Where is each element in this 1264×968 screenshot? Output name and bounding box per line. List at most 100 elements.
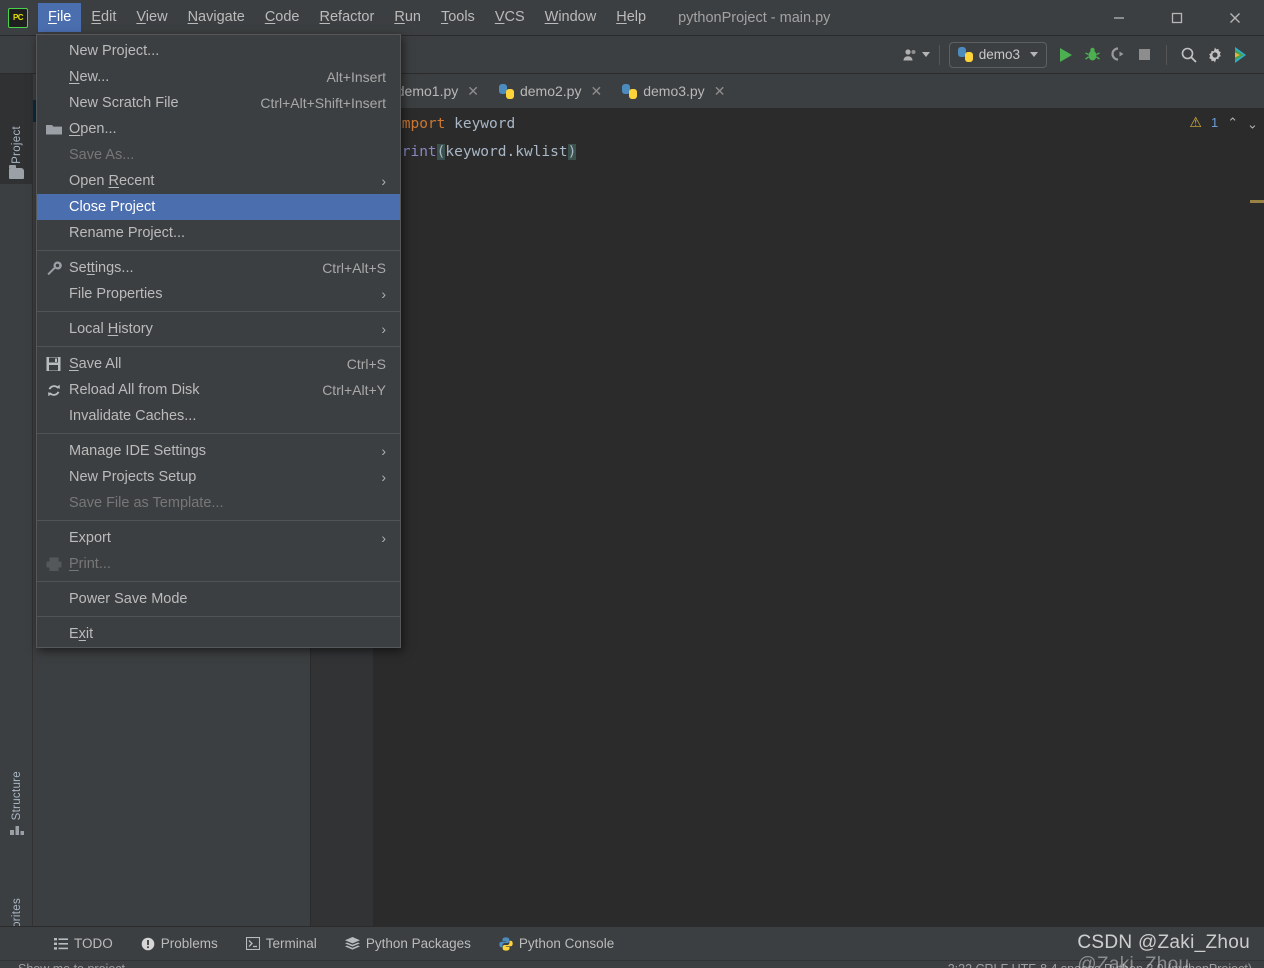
editor-tab-label: demo1.py: [396, 83, 459, 99]
menu-item-label: Invalidate Caches...: [69, 408, 197, 424]
maximize-button[interactable]: [1148, 0, 1206, 36]
file-menu-item-new[interactable]: New... Alt+Insert: [37, 64, 400, 90]
file-menu-item-settings[interactable]: Settings... Ctrl+Alt+S: [37, 255, 400, 281]
file-menu-item-local-history[interactable]: Local History ›: [37, 316, 400, 342]
file-menu-item-new-scratch-file[interactable]: New Scratch File Ctrl+Alt+Shift+Insert: [37, 90, 400, 116]
sidebar-item-project[interactable]: Project: [0, 74, 33, 184]
file-menu-item-exit[interactable]: Exit: [37, 621, 400, 647]
menu-item-label: Open Recent: [69, 173, 155, 189]
file-menu-item-power-save-mode[interactable]: Power Save Mode: [37, 586, 400, 612]
tool-window-problems[interactable]: Problems: [127, 936, 232, 951]
chevron-right-icon: ›: [381, 443, 386, 459]
file-menu-item-rename-project[interactable]: Rename Project...: [37, 220, 400, 246]
error-stripe-marker[interactable]: [1250, 200, 1264, 203]
tool-window-label: TODO: [74, 936, 113, 951]
layers-icon: [344, 937, 360, 950]
structure-icon: [9, 824, 24, 839]
code-content[interactable]: import keyword print(keyword.kwlist): [373, 108, 1264, 942]
ide-assistant-button[interactable]: [1228, 42, 1254, 68]
menu-item-label: New Scratch File: [69, 95, 179, 111]
editor-area: main.py✕demo1.py✕demo2.py✕demo3.py✕ impo…: [255, 74, 1264, 942]
editor-tab-label: demo3.py: [643, 83, 705, 99]
tool-window-label: Terminal: [265, 936, 317, 951]
file-menu-item-save-as: Save As...: [37, 142, 400, 168]
file-menu-item-file-properties[interactable]: File Properties ›: [37, 281, 400, 307]
wrench-icon: [45, 260, 62, 277]
menu-vcs[interactable]: VCS: [485, 3, 535, 32]
close-icon[interactable]: ✕: [590, 83, 602, 100]
chevron-up-icon[interactable]: ⌃: [1227, 115, 1238, 131]
file-menu-item-open[interactable]: Open...: [37, 116, 400, 142]
file-menu-item-open-recent[interactable]: Open Recent ›: [37, 168, 400, 194]
code-line: print(keyword.kwlist): [373, 138, 1264, 166]
menu-file[interactable]: File: [38, 3, 82, 32]
menu-tools[interactable]: Tools: [431, 3, 485, 32]
editor-tab-demo2-py[interactable]: demo2.py ✕: [489, 74, 612, 108]
stop-square-icon: [1138, 49, 1150, 60]
pycharm-window: PC File Edit View Navigate Code Refactor Run To…: [0, 0, 1264, 968]
sidebar-item-label: Project: [10, 126, 23, 164]
status-bar: Show me to project 2:22 CRLF UTF-8 4 spa…: [0, 960, 1264, 968]
file-menu-item-reload-all-from-disk[interactable]: Reload All from Disk Ctrl+Alt+Y: [37, 377, 400, 403]
file-menu-item-manage-ide-settings[interactable]: Manage IDE Settings ›: [37, 438, 400, 464]
menu-edit[interactable]: Edit: [81, 3, 126, 32]
menu-navigate[interactable]: Navigate: [178, 3, 255, 32]
code-token: ): [567, 144, 577, 160]
reload-icon: [45, 382, 62, 399]
close-icon[interactable]: ✕: [714, 83, 726, 100]
settings-button[interactable]: [1202, 42, 1228, 68]
close-button[interactable]: [1206, 0, 1264, 36]
tool-window-python-packages[interactable]: Python Packages: [331, 936, 485, 951]
menu-item-shortcut: Ctrl+Alt+S: [322, 260, 386, 276]
minimize-button[interactable]: [1090, 0, 1148, 36]
run-button[interactable]: [1053, 42, 1079, 68]
menu-item-label: File Properties: [69, 286, 163, 302]
user-dropdown-caret-icon[interactable]: [921, 52, 930, 57]
menu-help[interactable]: Help: [606, 3, 656, 32]
file-menu-item-export[interactable]: Export ›: [37, 525, 400, 551]
menu-separator: [37, 616, 400, 617]
inspection-widget: ⚠ 1 ⌃ ⌃: [1189, 114, 1258, 131]
chevron-right-icon: ›: [381, 321, 386, 337]
file-menu-item-close-project[interactable]: Close Project: [37, 194, 400, 220]
tool-window-python-console[interactable]: Python Console: [485, 936, 628, 951]
logo-text: PC: [12, 13, 24, 22]
tool-window-terminal[interactable]: Terminal: [232, 936, 331, 951]
menu-separator: [37, 311, 400, 312]
tool-window-todo[interactable]: TODO: [40, 936, 127, 951]
file-menu-item-new-project[interactable]: New Project...: [37, 38, 400, 64]
warning-count: 1: [1210, 115, 1219, 130]
sidebar-item-structure[interactable]: Structure: [0, 734, 33, 844]
chevron-right-icon: ›: [381, 469, 386, 485]
chevron-down-icon[interactable]: ⌃: [1247, 115, 1258, 131]
editor-tab-demo3-py[interactable]: demo3.py ✕: [612, 74, 735, 108]
chevron-right-icon: ›: [381, 286, 386, 302]
menu-run[interactable]: Run: [384, 3, 431, 32]
run-configuration-selector[interactable]: demo3: [948, 41, 1047, 68]
run-with-coverage-button[interactable]: [1105, 42, 1131, 68]
menu-refactor[interactable]: Refactor: [310, 3, 385, 32]
menu-window[interactable]: Window: [535, 3, 607, 32]
debug-button[interactable]: [1079, 42, 1105, 68]
menu-item-label: Power Save Mode: [69, 591, 188, 607]
file-menu-item-save-all[interactable]: Save All Ctrl+S: [37, 351, 400, 377]
tool-window-label: Problems: [160, 936, 218, 951]
menu-view[interactable]: View: [126, 3, 177, 32]
file-menu-item-new-projects-setup[interactable]: New Projects Setup ›: [37, 464, 400, 490]
menu-item-label: Reload All from Disk: [69, 382, 200, 398]
code-editor[interactable]: import keyword print(keyword.kwlist): [311, 108, 1264, 942]
menu-item-label: Manage IDE Settings: [69, 443, 207, 459]
file-menu-item-invalidate-caches[interactable]: Invalidate Caches...: [37, 403, 400, 429]
stop-button[interactable]: [1131, 42, 1157, 68]
menu-item-shortcut: Alt+Insert: [326, 69, 386, 85]
close-icon[interactable]: ✕: [467, 83, 479, 100]
search-everywhere-button[interactable]: [1176, 42, 1202, 68]
file-menu-popup: New Project... New... Alt+Insert New Scratc…: [36, 34, 401, 648]
menu-code[interactable]: Code: [255, 3, 310, 32]
menu-item-label: Close Project: [69, 199, 156, 215]
file-menu-item-print: Print...: [37, 551, 400, 577]
menu-item-shortcut: Ctrl+S: [346, 356, 386, 372]
code-token: keyword.kwlist: [445, 144, 568, 160]
python-file-icon: [622, 83, 638, 99]
user-icon[interactable]: [898, 42, 924, 68]
